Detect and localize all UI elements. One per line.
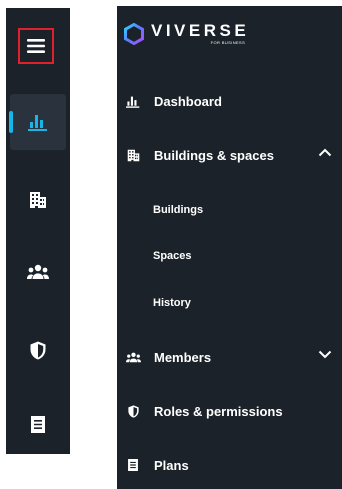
chevron-up-icon[interactable]: [318, 148, 332, 157]
sub-item-spaces[interactable]: Spaces: [153, 243, 192, 269]
members-icon: [125, 352, 141, 362]
members-icon: [27, 264, 49, 279]
rail-item-roles[interactable]: [10, 322, 66, 378]
building-icon: [30, 192, 46, 208]
rail-item-members[interactable]: [10, 244, 66, 300]
shield-icon: [30, 341, 46, 359]
dashboard-chart-icon: [126, 96, 140, 108]
nav-item-plans[interactable]: Plans: [117, 448, 342, 482]
building-icon: [127, 149, 139, 161]
viverse-logo-icon: [124, 22, 144, 45]
nav-label-dashboard: Dashboard: [154, 93, 222, 109]
nav-item-dashboard[interactable]: Dashboard: [117, 84, 342, 118]
nav-item-members[interactable]: Members: [117, 340, 342, 374]
expanded-sidebar: VIVERSE FOR BUSINESS Dashboard Buildings…: [117, 6, 342, 489]
collapsed-sidebar: [6, 8, 70, 454]
nav-label-members: Members: [154, 349, 212, 365]
plans-document-icon: [31, 415, 45, 433]
viverse-logo[interactable]: VIVERSE FOR BUSINESS: [123, 22, 249, 45]
brand-tagline: FOR BUSINESS: [210, 40, 246, 45]
nav-label-buildings-spaces: Buildings & spaces: [154, 147, 274, 163]
shield-icon: [127, 404, 139, 418]
dashboard-chart-icon: [28, 115, 47, 131]
sub-item-buildings[interactable]: Buildings: [153, 197, 203, 223]
nav-label-roles-permissions: Roles & permissions: [154, 403, 283, 419]
brand-name: VIVERSE: [151, 21, 250, 40]
rail-item-buildings[interactable]: [10, 172, 66, 228]
nav-item-buildings-spaces[interactable]: Buildings & spaces: [117, 138, 342, 172]
nav-label-plans: Plans: [154, 457, 189, 473]
rail-item-plans[interactable]: [10, 396, 66, 452]
sub-item-history[interactable]: History: [153, 290, 191, 316]
menu-toggle-button[interactable]: [18, 28, 54, 64]
rail-item-dashboard[interactable]: [9, 94, 66, 150]
chevron-down-icon[interactable]: [318, 350, 332, 359]
plans-document-icon: [128, 459, 138, 471]
nav-item-roles-permissions[interactable]: Roles & permissions: [117, 394, 342, 428]
active-indicator: [9, 111, 13, 133]
menu-icon: [27, 39, 45, 53]
